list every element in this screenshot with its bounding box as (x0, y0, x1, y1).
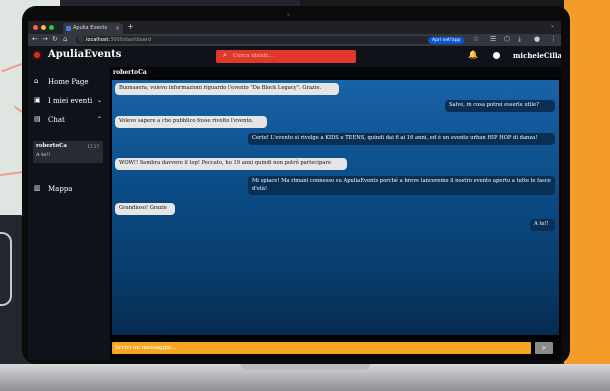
new-tab-icon[interactable]: + (127, 22, 134, 31)
tab-apulia-events[interactable]: Apulia Events × (63, 23, 123, 34)
user-avatar-icon[interactable] (493, 52, 500, 59)
close-window-button[interactable] (33, 25, 38, 30)
tab-search-icon[interactable]: ⌄ (550, 22, 555, 29)
chat-icon: ▤ (34, 115, 41, 123)
message-outgoing: Salve, in cosa potrei esserle utile? (445, 100, 555, 112)
extensions-icon[interactable]: ⬡ (504, 35, 510, 43)
conversation-last-message: A te!! (36, 152, 51, 158)
address-bar: ← → ↻ ⌂ ⓘ localhost:3000/dashboard Apri … (28, 34, 561, 46)
message-incoming: Grandioso! Grazie (115, 203, 175, 215)
notification-bell-icon[interactable]: 🔔 (468, 50, 478, 59)
message-composer: Scrivi un messaggio... ➤ (110, 339, 561, 360)
message-outgoing: Mi spiace! Ma rimani connesso su ApuliaE… (248, 176, 555, 195)
search-input[interactable]: Cerca utenti... (233, 50, 273, 63)
app: ApuliaEvents ⌕ Cerca utenti... 🔔 michele… (28, 46, 561, 360)
conversation-item[interactable]: robertoCa 17:17 A te!! (33, 141, 103, 163)
download-icon[interactable]: ⤓ (518, 35, 521, 44)
open-in-app-button[interactable]: Apri nell'app (428, 37, 465, 44)
app-header: ApuliaEvents ⌕ Cerca utenti... 🔔 michele… (28, 46, 561, 67)
forward-icon[interactable]: → (42, 35, 48, 43)
chevron-up-icon: ⌃ (96, 116, 102, 123)
map-icon: ▥ (34, 184, 41, 192)
maximize-window-button[interactable] (49, 25, 54, 30)
home-icon[interactable]: ⌂ (63, 35, 67, 43)
brand-name[interactable]: ApuliaEvents (48, 49, 121, 60)
favicon-icon (66, 26, 71, 31)
send-icon: ➤ (541, 344, 547, 352)
tab-bar: Apulia Events × + ⌄ (28, 21, 561, 34)
sidebar-item-my-events[interactable]: ▣ I miei eventi ⌄ (28, 94, 110, 108)
sidebar-item-label: Chat (48, 116, 65, 124)
laptop-base (0, 364, 610, 391)
close-tab-icon[interactable]: × (115, 23, 120, 34)
search-icon: ⌕ (223, 51, 227, 59)
sidebar-item-label: Home Page (48, 78, 89, 86)
tab-groups-icon[interactable]: ☰ (490, 35, 496, 43)
webcam (287, 13, 290, 16)
message-incoming: Volevo sapere a che pubblico fosse rivol… (115, 116, 267, 128)
browser-window: Apulia Events × + ⌄ ← → ↻ ⌂ ⓘ localhost:… (28, 21, 561, 360)
minimize-window-button[interactable] (41, 25, 46, 30)
sidebar-item-label: Mappa (48, 185, 73, 193)
tab-title: Apulia Events (73, 25, 108, 31)
chat-panel: robertoCa Buonasera, volevo informazioni… (110, 67, 561, 360)
calendar-icon: ▣ (34, 96, 41, 104)
user-search[interactable]: ⌕ Cerca utenti... (216, 50, 356, 63)
message-incoming: Buonasera, volevo informazioni riguardo … (115, 83, 339, 95)
chat-contact-name: robertoCa (110, 67, 561, 79)
send-button[interactable]: ➤ (535, 342, 553, 354)
background-phone (0, 232, 12, 306)
sidebar-item-label: I miei eventi (48, 97, 93, 105)
sidebar-item-chat[interactable]: ▤ Chat ⌃ (28, 113, 110, 127)
url-path: :3000/dashboard (108, 37, 151, 43)
conversation-name: robertoCa (36, 143, 67, 149)
url-host: localhost (86, 37, 109, 43)
conversation-time: 17:17 (87, 144, 99, 149)
chevron-down-icon: ⌄ (96, 97, 102, 104)
reload-icon[interactable]: ↻ (52, 35, 58, 43)
menu-icon[interactable]: ⋮ (550, 35, 557, 43)
logo-icon[interactable] (34, 52, 40, 58)
message-list[interactable]: Buonasera, volevo informazioni riguardo … (112, 80, 559, 335)
sidebar-item-home[interactable]: ⌂ Home Page (28, 75, 110, 89)
laptop-notch (240, 364, 370, 370)
info-icon[interactable]: ⓘ (79, 36, 84, 44)
profile-icon[interactable]: ● (534, 35, 540, 43)
bookmark-star-icon[interactable]: ☆ (473, 35, 479, 43)
url-field[interactable]: ⓘ localhost:3000/dashboard (76, 36, 436, 44)
home-icon: ⌂ (34, 77, 39, 85)
message-input[interactable]: Scrivi un messaggio... (112, 342, 531, 354)
username[interactable]: micheleCilla (513, 51, 561, 60)
message-outgoing: Certo! L'evento si rivolge a KIDS e TEEN… (248, 133, 555, 145)
message-outgoing: A te!! (530, 219, 555, 231)
message-incoming: WOW!! Sembra davvero il top! Peccato, ho… (115, 158, 347, 170)
background-orange (564, 0, 610, 391)
back-icon[interactable]: ← (32, 35, 38, 43)
sidebar: ⌂ Home Page ▣ I miei eventi ⌄ ▤ Chat ⌃ r… (28, 67, 110, 360)
sidebar-item-map[interactable]: ▥ Mappa (28, 182, 110, 196)
